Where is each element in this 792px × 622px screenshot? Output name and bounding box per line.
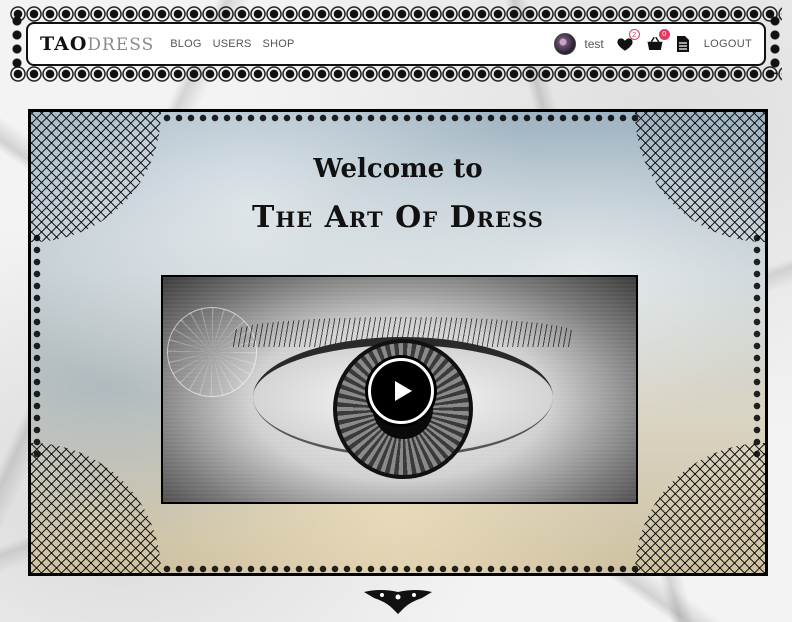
logo-suffix: DRESS bbox=[87, 35, 155, 55]
brand-title: The Art Of Dress bbox=[252, 200, 544, 235]
navbar: TAODRESS BLOG USERS SHOP test 2 0 LOGOUT bbox=[26, 22, 766, 66]
compass-sketch bbox=[167, 307, 257, 397]
wishlist-button[interactable]: 2 bbox=[616, 29, 640, 53]
lace-border-right bbox=[768, 14, 782, 74]
wishlist-count-badge: 2 bbox=[628, 29, 640, 40]
header-lace-frame: TAODRESS BLOG USERS SHOP test 2 0 LOGOUT bbox=[10, 6, 782, 82]
lace-edge-bottom bbox=[161, 563, 641, 573]
nav-link-users[interactable]: USERS bbox=[213, 38, 252, 50]
document-icon[interactable] bbox=[676, 35, 690, 53]
lace-border-bottom bbox=[10, 66, 782, 82]
cart-button[interactable]: 0 bbox=[646, 29, 670, 53]
cart-count-badge: 0 bbox=[658, 29, 670, 40]
intro-video[interactable] bbox=[161, 275, 638, 504]
logout-button[interactable]: LOGOUT bbox=[704, 38, 752, 50]
nav-link-shop[interactable]: SHOP bbox=[263, 38, 295, 50]
hero-section: Welcome to The Art Of Dress bbox=[28, 109, 768, 576]
lace-border-top bbox=[10, 6, 782, 22]
lace-border-left bbox=[10, 14, 24, 74]
site-logo[interactable]: TAODRESS bbox=[40, 33, 154, 55]
nav-link-blog[interactable]: BLOG bbox=[170, 38, 201, 50]
lace-ornament-bottom bbox=[364, 590, 432, 614]
lace-corner-bottom-right bbox=[635, 443, 765, 573]
welcome-heading: Welcome to bbox=[313, 154, 483, 184]
lace-corner-bottom-left bbox=[31, 443, 161, 573]
lace-edge-top bbox=[161, 112, 641, 122]
user-avatar[interactable] bbox=[554, 33, 577, 55]
lace-edge-right bbox=[751, 232, 765, 459]
lace-edge-left bbox=[31, 232, 45, 459]
username-label[interactable]: test bbox=[584, 37, 603, 51]
play-icon bbox=[395, 381, 412, 401]
play-button[interactable] bbox=[368, 358, 434, 424]
logo-prefix: TAO bbox=[40, 33, 88, 55]
